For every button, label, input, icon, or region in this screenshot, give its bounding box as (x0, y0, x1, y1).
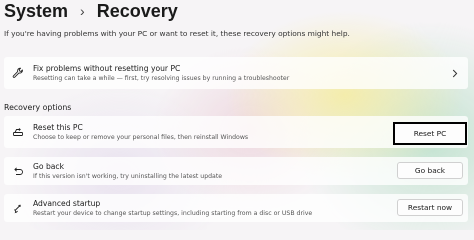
chevron-right-icon (448, 69, 462, 78)
breadcrumb-system[interactable]: System (4, 1, 68, 22)
section-heading: Recovery options (4, 103, 72, 112)
breadcrumb-separator: › (80, 2, 85, 19)
page-title: Recovery (96, 0, 178, 21)
go-back-icon (7, 166, 29, 177)
restart-now-button[interactable]: Restart now (397, 199, 463, 216)
wrench-icon (7, 67, 29, 79)
advanced-startup-icon (7, 203, 29, 214)
reset-pc-button[interactable]: Reset PC (393, 122, 467, 145)
fix-problems-title: Fix problems without resetting your PC (33, 63, 181, 73)
intro-text: If you're having problems with your PC o… (4, 29, 350, 38)
fix-problems-card[interactable]: Fix problems without resetting your PC R… (4, 57, 468, 89)
fix-problems-subtitle: Resetting can take a while — first, try … (33, 74, 290, 82)
go-back-button[interactable]: Go back (397, 162, 463, 179)
breadcrumb: System › Recovery (4, 0, 178, 22)
reset-pc-icon (7, 127, 29, 138)
